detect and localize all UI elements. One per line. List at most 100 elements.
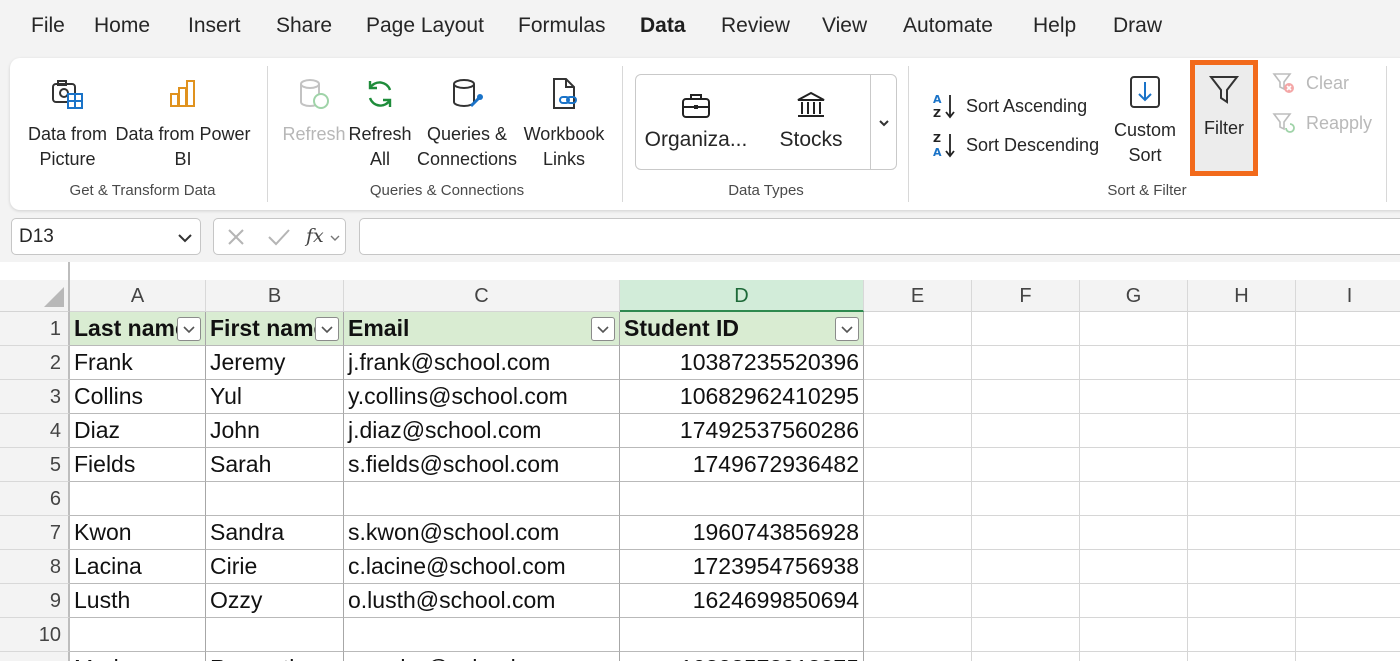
empty-cell[interactable]	[972, 380, 1080, 414]
table-cell[interactable]: r.morier@school.com	[344, 652, 620, 661]
queries-connections-button[interactable]: Queries & Connections	[412, 76, 522, 172]
empty-cell[interactable]	[1296, 618, 1400, 652]
row-header[interactable]: 5	[0, 448, 70, 482]
empty-cell[interactable]	[1296, 414, 1400, 448]
row-header[interactable]: 4	[0, 414, 70, 448]
table-cell[interactable]: 1723954756938	[620, 550, 864, 584]
table-cell[interactable]: Lusth	[70, 584, 206, 618]
empty-cell[interactable]	[1080, 618, 1188, 652]
table-cell[interactable]: Collins	[70, 380, 206, 414]
row-header[interactable]: 7	[0, 516, 70, 550]
empty-cell[interactable]	[1080, 584, 1188, 618]
stocks-datatype-button[interactable]: Stocks	[766, 89, 856, 152]
empty-cell[interactable]	[1296, 652, 1400, 661]
table-header-cell[interactable]: Email	[344, 312, 620, 346]
empty-cell[interactable]	[1080, 482, 1188, 516]
table-cell[interactable]: 10682962410295	[620, 380, 864, 414]
table-cell[interactable]: 17492537560286	[620, 414, 864, 448]
empty-cell[interactable]	[864, 312, 972, 346]
menu-page-layout[interactable]: Page Layout	[366, 14, 484, 38]
column-header-a[interactable]: A	[70, 280, 206, 312]
empty-cell[interactable]	[1080, 550, 1188, 584]
menu-help[interactable]: Help	[1033, 14, 1076, 38]
menu-view[interactable]: View	[822, 14, 867, 38]
empty-cell[interactable]	[1296, 516, 1400, 550]
menu-data[interactable]: Data	[640, 14, 686, 38]
menu-share[interactable]: Share	[276, 14, 332, 38]
table-cell[interactable]: Frank	[70, 346, 206, 380]
table-cell[interactable]: s.kwon@school.com	[344, 516, 620, 550]
table-cell[interactable]: Diaz	[70, 414, 206, 448]
empty-cell[interactable]	[864, 652, 972, 661]
table-cell[interactable]: j.diaz@school.com	[344, 414, 620, 448]
empty-cell[interactable]	[972, 482, 1080, 516]
custom-sort-button[interactable]: Custom Sort	[1108, 74, 1182, 168]
table-cell[interactable]: Jeremy	[206, 346, 344, 380]
menu-home[interactable]: Home	[94, 14, 150, 38]
table-cell[interactable]: y.collins@school.com	[344, 380, 620, 414]
menu-formulas[interactable]: Formulas	[518, 14, 606, 38]
table-cell[interactable]: c.lacine@school.com	[344, 550, 620, 584]
clear-filter-button[interactable]: Clear	[1272, 71, 1349, 95]
table-cell[interactable]: 1624699850694	[620, 584, 864, 618]
empty-cell[interactable]	[1080, 380, 1188, 414]
empty-cell[interactable]	[1188, 346, 1296, 380]
empty-cell[interactable]	[972, 618, 1080, 652]
empty-cell[interactable]	[1296, 312, 1400, 346]
table-cell[interactable]	[620, 482, 864, 516]
sort-descending-button[interactable]: Z A Sort Descending	[932, 131, 1099, 159]
empty-cell[interactable]	[1296, 448, 1400, 482]
empty-cell[interactable]	[972, 516, 1080, 550]
filter-button[interactable]: Filter	[1195, 72, 1253, 141]
empty-cell[interactable]	[864, 584, 972, 618]
empty-cell[interactable]	[1188, 448, 1296, 482]
table-cell[interactable]: Ramastie	[206, 652, 344, 661]
column-header-g[interactable]: G	[1080, 280, 1188, 312]
table-cell[interactable]: Ozzy	[206, 584, 344, 618]
table-cell[interactable]: Morier	[70, 652, 206, 661]
menu-insert[interactable]: Insert	[188, 14, 241, 38]
empty-cell[interactable]	[864, 482, 972, 516]
data-from-picture-button[interactable]: Data from Picture	[20, 76, 115, 172]
table-cell[interactable]	[70, 482, 206, 516]
filter-dropdown-button[interactable]	[315, 317, 339, 341]
sort-ascending-button[interactable]: A Z Sort Ascending	[932, 92, 1087, 120]
empty-cell[interactable]	[864, 346, 972, 380]
empty-cell[interactable]	[972, 448, 1080, 482]
empty-cell[interactable]	[1296, 380, 1400, 414]
empty-cell[interactable]	[1188, 312, 1296, 346]
table-cell[interactable]	[344, 618, 620, 652]
column-header-c[interactable]: C	[344, 280, 620, 312]
empty-cell[interactable]	[864, 414, 972, 448]
column-header-b[interactable]: B	[206, 280, 344, 312]
empty-cell[interactable]	[1080, 414, 1188, 448]
empty-cell[interactable]	[1188, 618, 1296, 652]
table-cell[interactable]: Kwon	[70, 516, 206, 550]
refresh-all-button[interactable]: Refresh All	[345, 76, 415, 172]
row-header[interactable]: 2	[0, 346, 70, 380]
table-cell[interactable]: Cirie	[206, 550, 344, 584]
menu-automate[interactable]: Automate	[903, 14, 993, 38]
row-header[interactable]: 1	[0, 312, 70, 346]
table-cell[interactable]: s.fields@school.com	[344, 448, 620, 482]
filter-dropdown-button[interactable]	[835, 317, 859, 341]
table-cell[interactable]: John	[206, 414, 344, 448]
table-cell[interactable]: j.frank@school.com	[344, 346, 620, 380]
menu-review[interactable]: Review	[721, 14, 790, 38]
data-from-powerbi-button[interactable]: Data from Power BI	[112, 76, 254, 172]
empty-cell[interactable]	[1188, 550, 1296, 584]
formula-input[interactable]	[359, 218, 1400, 255]
empty-cell[interactable]	[1188, 414, 1296, 448]
row-header[interactable]: 3	[0, 380, 70, 414]
empty-cell[interactable]	[1080, 448, 1188, 482]
empty-cell[interactable]	[1188, 516, 1296, 550]
menu-draw[interactable]: Draw	[1113, 14, 1162, 38]
empty-cell[interactable]	[1296, 346, 1400, 380]
empty-cell[interactable]	[972, 346, 1080, 380]
row-header[interactable]: 9	[0, 584, 70, 618]
empty-cell[interactable]	[972, 584, 1080, 618]
reapply-filter-button[interactable]: Reapply	[1272, 111, 1372, 135]
empty-cell[interactable]	[972, 312, 1080, 346]
menu-file[interactable]: File	[31, 14, 65, 38]
data-types-expand-button[interactable]	[874, 113, 894, 133]
